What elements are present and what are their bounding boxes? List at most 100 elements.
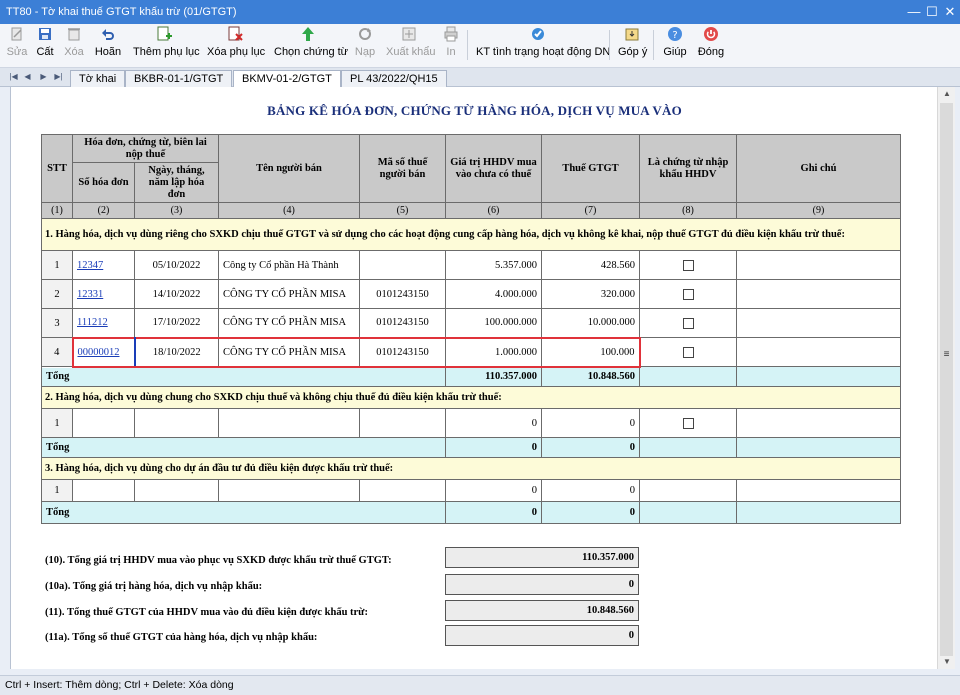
help-button[interactable]: ? Giúp — [662, 26, 688, 64]
col-number: (1) — [41, 202, 73, 219]
seller-name-cell[interactable]: CÔNG TY CỔ PHẦN MISA — [218, 308, 360, 338]
vat-cell[interactable]: 100.000 — [541, 336, 641, 368]
add-appendix-button[interactable]: Thêm phụ lục — [133, 26, 200, 64]
tab-bkbr[interactable]: BKBR-01-1/GTGT — [125, 70, 233, 87]
invoice-date-cell[interactable]: 14/10/2022 — [134, 279, 219, 309]
seller-name-cell[interactable] — [218, 479, 360, 502]
tab-bkmv[interactable]: BKMV-01-2/GTGT — [233, 70, 341, 88]
invoice-number-cell[interactable] — [72, 479, 135, 502]
vat-cell[interactable]: 320.000 — [541, 279, 640, 309]
vat-cell[interactable]: 0 — [541, 408, 640, 438]
value-cell[interactable]: 4.000.000 — [445, 279, 542, 309]
import-checkbox-cell[interactable] — [639, 408, 737, 438]
invoice-number-link[interactable]: 00000012 — [78, 347, 120, 358]
scroll-down-icon[interactable]: ▼ — [938, 655, 956, 669]
import-checkbox[interactable] — [682, 417, 694, 429]
toolbar-separator — [609, 30, 610, 60]
invoice-date-cell[interactable]: 18/10/2022 — [134, 336, 219, 368]
col-number: (3) — [134, 202, 219, 219]
seller-name-cell[interactable]: Công ty Cổ phần Hà Thành — [218, 250, 360, 280]
header-value: Giá trị HHDV mua vào chưa có thuế — [445, 134, 542, 203]
first-tab-arrow-icon[interactable]: |◀ — [8, 71, 19, 83]
seller-name-cell[interactable]: CÔNG TY CỔ PHẦN MISA — [218, 279, 360, 309]
value-cell[interactable]: 100.000.000 — [445, 308, 542, 338]
print-button[interactable]: In — [442, 26, 460, 64]
tab-to-khai[interactable]: Tờ khai — [70, 70, 126, 87]
delete-button[interactable]: Xóa — [63, 26, 85, 64]
table-row[interactable]: 3 111212 17/10/2022 CÔNG TY CỔ PHẦN MISA… — [41, 308, 901, 338]
import-checkbox[interactable] — [682, 259, 694, 271]
import-checkbox[interactable] — [682, 288, 694, 300]
select-document-button[interactable]: Chọn chứng từ — [274, 26, 348, 64]
import-checkbox[interactable] — [682, 317, 694, 329]
vat-cell[interactable]: 10.000.000 — [541, 308, 640, 338]
import-checkbox[interactable] — [682, 346, 694, 358]
invoice-date-cell[interactable] — [134, 408, 219, 438]
note-cell[interactable] — [736, 408, 901, 438]
table-row-selected[interactable]: 4 00000012 18/10/2022 CÔNG TY CỔ PHẦN MI… — [41, 336, 901, 368]
summary-label-11: (11). Tổng thuế GTGT của HHDV mua vào đủ… — [45, 607, 368, 618]
note-cell[interactable] — [736, 479, 901, 502]
row-stt: 1 — [41, 479, 73, 502]
tax-code-cell[interactable]: 0101243150 — [359, 279, 446, 309]
minimize-button[interactable]: — — [904, 2, 924, 22]
save-button[interactable]: Cất — [34, 26, 56, 64]
note-cell[interactable] — [736, 308, 901, 338]
close-sheet-button[interactable]: Đóng — [697, 26, 725, 64]
last-tab-arrow-icon[interactable]: ▶| — [53, 71, 64, 83]
invoice-date-cell[interactable]: 17/10/2022 — [134, 308, 219, 338]
tax-code-cell[interactable] — [359, 408, 446, 438]
seller-name-cell[interactable]: CÔNG TY CỔ PHẦN MISA — [218, 336, 360, 368]
check-status-button[interactable]: KT tình trạng hoạt động DN — [476, 26, 610, 64]
row-stt: 1 — [41, 250, 73, 280]
header-stt: STT — [41, 134, 73, 203]
next-tab-arrow-icon[interactable]: ▶ — [38, 71, 49, 83]
table-row[interactable]: 1 0 0 — [41, 408, 901, 438]
remove-appendix-icon — [228, 26, 243, 41]
table-row[interactable]: 1 12347 05/10/2022 Công ty Cổ phần Hà Th… — [41, 250, 901, 280]
note-cell[interactable] — [736, 279, 901, 309]
invoice-number-link[interactable]: 12347 — [77, 260, 103, 271]
import-checkbox-cell[interactable] — [639, 337, 737, 367]
value-cell[interactable]: 0 — [445, 408, 542, 438]
value-cell[interactable]: 0 — [445, 479, 542, 502]
table-row[interactable]: 1 0 0 — [41, 479, 901, 502]
invoice-date-cell[interactable] — [134, 479, 219, 502]
import-checkbox-cell[interactable] — [639, 250, 737, 280]
remove-appendix-button[interactable]: Xóa phụ lục — [207, 26, 265, 64]
invoice-number-link[interactable]: 12331 — [77, 289, 103, 300]
undo-button[interactable]: Hoãn — [94, 26, 122, 64]
vertical-scrollbar[interactable]: ▲ ≡ ▼ — [937, 87, 955, 669]
prev-tab-arrow-icon[interactable]: ◀ — [22, 71, 33, 83]
tax-code-cell[interactable]: 0101243150 — [359, 308, 446, 338]
table-row[interactable]: 2 12331 14/10/2022 CÔNG TY CỔ PHẦN MISA … — [41, 279, 901, 309]
import-checkbox-cell[interactable] — [639, 279, 737, 309]
export-button[interactable]: Xuất khẩu — [386, 26, 436, 64]
tax-code-cell[interactable] — [359, 250, 446, 280]
scroll-up-icon[interactable]: ▲ — [938, 87, 956, 101]
edit-button[interactable]: Sửa — [6, 26, 28, 64]
vat-cell[interactable]: 428.560 — [541, 250, 640, 280]
note-cell[interactable] — [736, 337, 901, 367]
seller-name-cell[interactable] — [218, 408, 360, 438]
maximize-button[interactable]: ☐ — [922, 2, 942, 22]
invoice-number-cell[interactable] — [72, 408, 135, 438]
tax-code-cell[interactable]: 0101243150 — [359, 336, 446, 368]
value-cell[interactable]: 1.000.000 — [445, 336, 542, 368]
invoice-date-cell[interactable]: 05/10/2022 — [134, 250, 219, 280]
tab-pl43[interactable]: PL 43/2022/QH15 — [341, 70, 447, 87]
vat-cell[interactable]: 0 — [541, 479, 640, 502]
close-window-button[interactable]: ✕ — [940, 2, 960, 22]
total-label: Tổng — [41, 501, 446, 524]
note-cell[interactable] — [736, 250, 901, 280]
summary-value-11a: 0 — [445, 625, 639, 646]
value-cell[interactable]: 5.357.000 — [445, 250, 542, 280]
summary-value-10a: 0 — [445, 574, 639, 595]
invoice-number-link[interactable]: 111212 — [77, 317, 108, 328]
feedback-button[interactable]: Góp ý — [618, 26, 647, 64]
import-checkbox-cell[interactable] — [639, 308, 737, 338]
load-button[interactable]: Nạp — [354, 26, 376, 64]
import-cell[interactable] — [639, 479, 737, 502]
tax-code-cell[interactable] — [359, 479, 446, 502]
scroll-thumb[interactable] — [940, 103, 953, 656]
